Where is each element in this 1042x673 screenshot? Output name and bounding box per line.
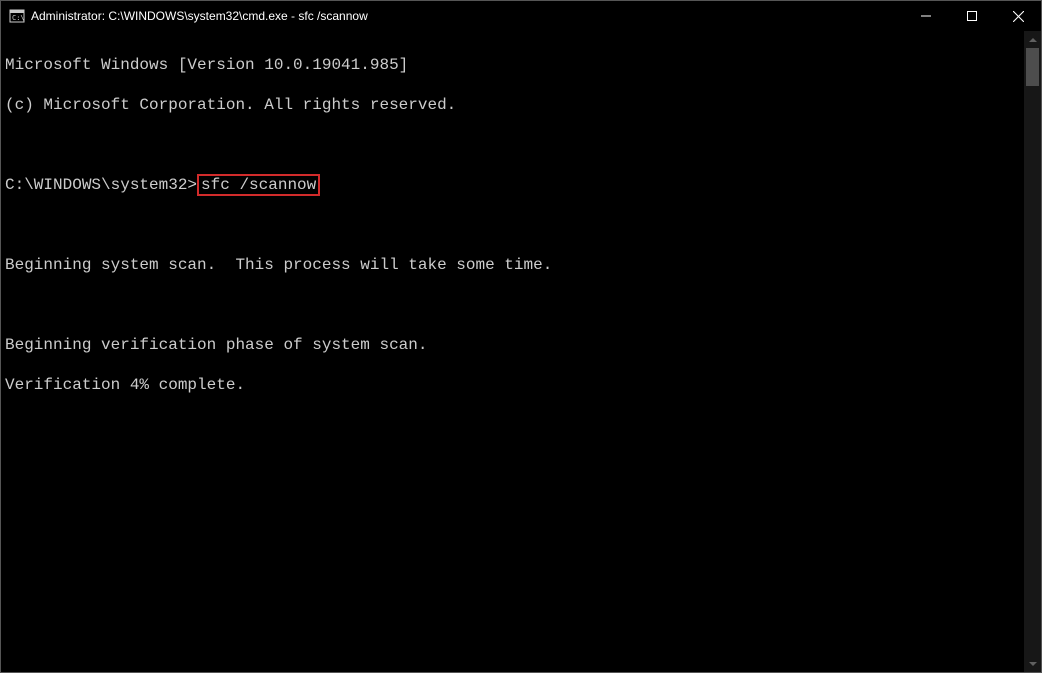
titlebar[interactable]: C:\ Administrator: C:\WINDOWS\system32\c… bbox=[1, 1, 1041, 31]
scroll-track[interactable] bbox=[1024, 48, 1041, 655]
prompt-line: C:\WINDOWS\system32>sfc /scannow bbox=[5, 175, 1024, 195]
output-blank bbox=[5, 135, 1024, 155]
cmd-window: C:\ Administrator: C:\WINDOWS\system32\c… bbox=[0, 0, 1042, 673]
close-button[interactable] bbox=[995, 1, 1041, 31]
window-title: Administrator: C:\WINDOWS\system32\cmd.e… bbox=[31, 9, 368, 23]
output-line: Verification 4% complete. bbox=[5, 375, 1024, 395]
output-blank bbox=[5, 295, 1024, 315]
content-area: Microsoft Windows [Version 10.0.19041.98… bbox=[1, 31, 1041, 672]
output-line: (c) Microsoft Corporation. All rights re… bbox=[5, 95, 1024, 115]
command-highlight: sfc /scannow bbox=[197, 174, 320, 196]
terminal-output[interactable]: Microsoft Windows [Version 10.0.19041.98… bbox=[1, 31, 1024, 672]
prompt-path: C:\WINDOWS\system32> bbox=[5, 176, 197, 194]
scroll-up-arrow[interactable] bbox=[1024, 31, 1041, 48]
output-line: Beginning verification phase of system s… bbox=[5, 335, 1024, 355]
output-line: Microsoft Windows [Version 10.0.19041.98… bbox=[5, 55, 1024, 75]
output-blank bbox=[5, 215, 1024, 235]
svg-text:C:\: C:\ bbox=[12, 14, 25, 22]
maximize-button[interactable] bbox=[949, 1, 995, 31]
minimize-button[interactable] bbox=[903, 1, 949, 31]
vertical-scrollbar[interactable] bbox=[1024, 31, 1041, 672]
scroll-thumb[interactable] bbox=[1026, 48, 1039, 86]
scroll-down-arrow[interactable] bbox=[1024, 655, 1041, 672]
window-controls bbox=[903, 1, 1041, 31]
cmd-icon: C:\ bbox=[9, 8, 25, 24]
output-line: Beginning system scan. This process will… bbox=[5, 255, 1024, 275]
